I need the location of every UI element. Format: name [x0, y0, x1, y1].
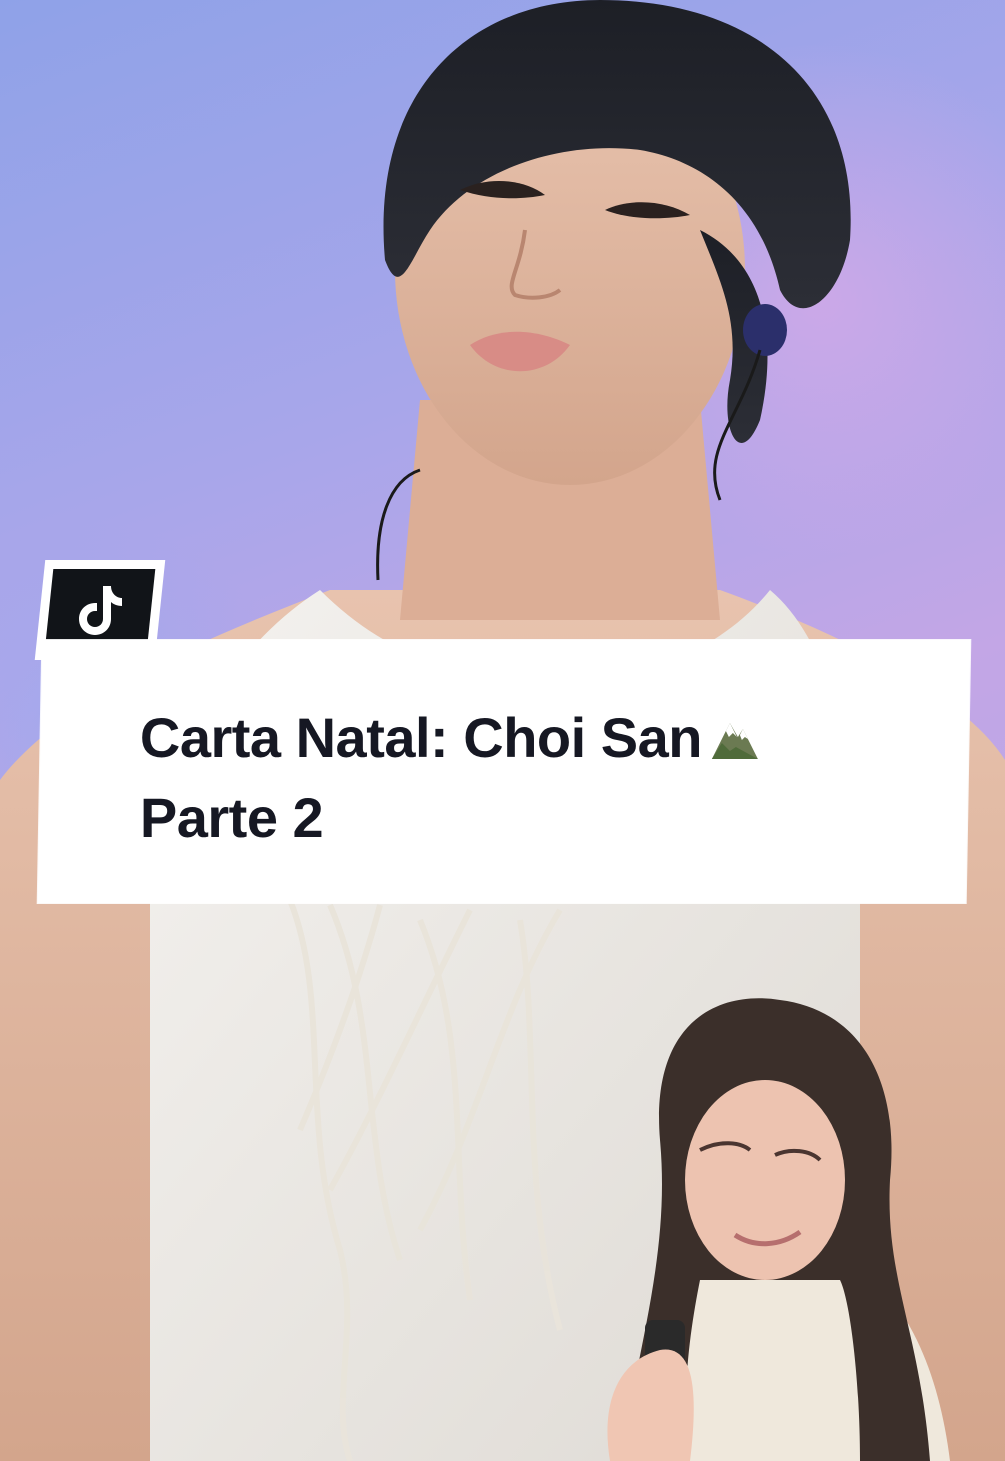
- video-frame: Carta Natal: Choi San Parte 2: [0, 0, 1005, 1461]
- tiktok-logo-icon: [79, 586, 122, 635]
- caption-title: Carta Natal: Choi San: [139, 706, 702, 769]
- snow-capped-mountain-icon: [711, 723, 758, 759]
- caption-line-1: Carta Natal: Choi San: [140, 698, 920, 778]
- caption-card: Carta Natal: Choi San Parte 2: [37, 640, 971, 903]
- caption-text: Carta Natal: Choi San Parte 2: [140, 698, 920, 858]
- caption-line-2: Parte 2: [139, 786, 324, 849]
